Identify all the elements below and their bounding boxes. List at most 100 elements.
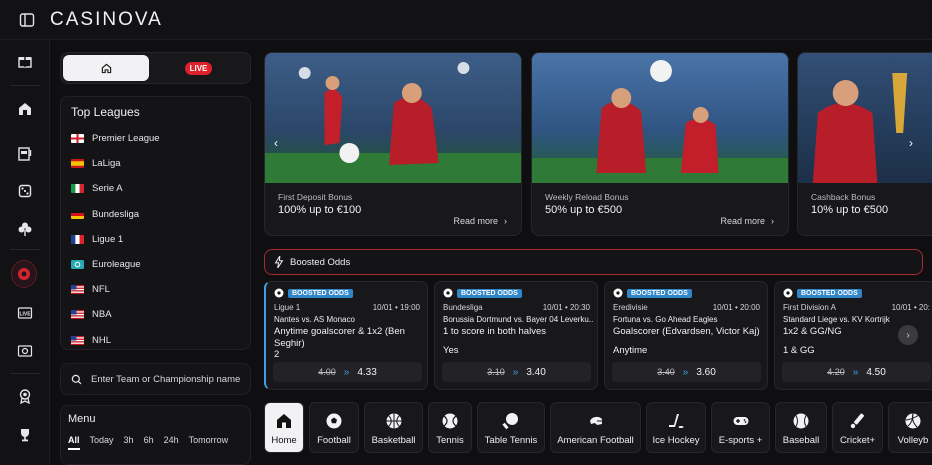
casino-icon[interactable] — [12, 96, 38, 122]
sport-tab-home[interactable]: Home — [264, 402, 304, 453]
league-item-nfl[interactable]: NFL — [71, 277, 240, 302]
trophy-icon[interactable] — [12, 422, 38, 448]
promo-card-cashback[interactable]: Cashback Bonus 10% up to €500 › — [797, 52, 932, 236]
match-time: 10/01 • 20:30 — [542, 303, 590, 312]
casino-live-icon[interactable] — [12, 338, 38, 364]
sport-tab-football[interactable]: Football — [309, 402, 359, 453]
selection-name: 1 & GG — [783, 345, 815, 356]
league-item-euroleague[interactable]: Euroleague — [71, 252, 240, 277]
league-label: LaLiga — [92, 158, 121, 170]
left-panel: LIVE Top Leagues Premier League LaLiga S… — [60, 52, 251, 465]
live-switch-button[interactable]: LIVE — [149, 55, 248, 81]
match-league: Bundesliga — [443, 303, 483, 312]
promo-card-weekly-reload[interactable]: Weekly Reload Bonus 50% up to €500 Read … — [531, 52, 789, 236]
rail-divider — [10, 85, 40, 86]
cricket-icon — [850, 413, 864, 429]
boosted-odds-card[interactable]: BOOSTED ODDS Bundesliga 10/01 • 20:30 Bo… — [434, 281, 598, 390]
search-icon — [71, 374, 82, 384]
usa-flag-icon — [71, 335, 84, 345]
odds-button[interactable]: 4.20 » 4.50 — [782, 362, 931, 382]
boosted-odds-card[interactable]: BOOSTED ODDS Ligue 1 10/01 • 19:00 Nante… — [264, 281, 428, 390]
boosted-odds-card[interactable]: BOOSTED ODDS Eredivisie 10/01 • 20:00 Fo… — [604, 281, 768, 390]
menu-box: Menu All Today 3h 6h 24h Tomorrow — [60, 405, 251, 465]
boosted-next-icon[interactable]: › — [898, 325, 918, 345]
search-input[interactable] — [91, 373, 241, 385]
sport-tab-label: American Football — [557, 435, 634, 446]
sport-tab-label: Cricket+ — [839, 435, 876, 446]
sport-tab-table-tennis[interactable]: Table Tennis — [477, 402, 545, 453]
gift-icon[interactable] — [12, 48, 38, 74]
sport-tab-label: Basketball — [371, 435, 416, 446]
rail-divider — [10, 249, 40, 250]
filter-tab-24h[interactable]: 24h — [164, 435, 179, 450]
league-item-nhl[interactable]: NHL — [71, 328, 240, 353]
filter-tab-3h[interactable]: 3h — [124, 435, 134, 450]
sport-tab-baseball[interactable]: Baseball — [775, 402, 827, 453]
top-leagues-box: Top Leagues Premier League LaLiga Serie … — [60, 96, 251, 350]
sport-tab-label: Table Tennis — [484, 435, 538, 446]
boosted-odds-header[interactable]: Boosted Odds — [264, 249, 923, 275]
search-box — [60, 363, 251, 395]
football-icon — [274, 288, 284, 298]
promo-subtitle: Weekly Reload Bonus — [545, 192, 629, 202]
menu-title: Menu — [68, 413, 96, 425]
chevron-right-icon: › — [504, 216, 507, 226]
read-more-link[interactable]: Read more › — [453, 216, 507, 226]
league-label: NFL — [92, 284, 110, 296]
euroleague-icon — [71, 260, 84, 270]
market-name: 1 to score in both halves — [443, 326, 546, 337]
sport-tab-ice-hockey[interactable]: Ice Hockey — [646, 402, 706, 453]
slot-icon[interactable] — [12, 141, 38, 167]
odds-button[interactable]: 3.40 » 3.60 — [612, 362, 761, 382]
carousel-next-icon[interactable]: › — [904, 136, 918, 150]
league-item-laliga[interactable]: LaLiga — [71, 151, 240, 176]
clover-icon[interactable] — [12, 216, 38, 242]
league-item-premier-league[interactable]: Premier League — [71, 126, 240, 151]
new-odds: 3.60 — [696, 366, 716, 378]
live-sports-icon[interactable] — [11, 260, 37, 288]
odds-button[interactable]: 4.00 » 4.33 — [273, 362, 422, 382]
sport-tab-basketball[interactable]: Basketball — [364, 402, 423, 453]
time-filter-tabs: All Today 3h 6h 24h Tomorrow — [68, 435, 243, 450]
market-name: Goalscorer (Edvardsen, Victor Kaj) — [613, 326, 760, 337]
top-leagues-title: Top Leagues — [71, 105, 140, 119]
sport-tab-volleyball[interactable]: Volleyb — [888, 402, 932, 453]
sport-tab-tennis[interactable]: Tennis — [428, 402, 472, 453]
rail-divider — [10, 373, 40, 374]
league-item-ligue-1[interactable]: Ligue 1 — [71, 227, 240, 252]
filter-tab-tomorrow[interactable]: Tomorrow — [189, 435, 229, 450]
dice-icon[interactable] — [12, 178, 38, 204]
logo[interactable]: CASINOVA — [50, 9, 163, 31]
new-odds: 4.50 — [866, 366, 886, 378]
filter-tab-all[interactable]: All — [68, 435, 80, 450]
sport-tab-cricket[interactable]: Cricket+ — [832, 402, 883, 453]
boosted-odds-title: Boosted Odds — [290, 256, 351, 268]
league-label: NHL — [92, 334, 112, 346]
match-time: 10/01 • 20:00 — [712, 303, 760, 312]
promo-card-first-deposit[interactable]: ‹ First Deposit Bonus 100% up to €100 Re… — [264, 52, 522, 236]
odds-button[interactable]: 3.10 » 3.40 — [442, 362, 591, 382]
carousel-prev-icon[interactable]: ‹ — [269, 136, 283, 150]
home-switch-button[interactable] — [63, 55, 149, 81]
sport-tab-label: Football — [317, 435, 351, 446]
filter-tab-today[interactable]: Today — [90, 435, 114, 450]
promo-subtitle: First Deposit Bonus — [278, 192, 353, 202]
league-label: Bundesliga — [92, 208, 140, 220]
read-more-link[interactable]: Read more › — [720, 216, 774, 226]
match-league: Ligue 1 — [274, 303, 301, 312]
left-rail: LIVE — [0, 40, 50, 465]
boosted-odds-row: BOOSTED ODDS Ligue 1 10/01 • 19:00 Nante… — [264, 281, 932, 391]
sport-tab-label: E-sports + — [718, 435, 763, 446]
sport-tab-label: Baseball — [782, 435, 820, 446]
league-label: Ligue 1 — [92, 233, 124, 245]
double-chevron-icon: » — [682, 366, 689, 378]
sport-tab-american-football[interactable]: American Football — [550, 402, 641, 453]
badge-icon[interactable] — [12, 383, 38, 409]
league-item-serie-a[interactable]: Serie A — [71, 176, 240, 201]
league-item-bundesliga[interactable]: Bundesliga — [71, 202, 240, 227]
sport-tab-esports[interactable]: E-sports + — [711, 402, 770, 453]
filter-tab-6h[interactable]: 6h — [144, 435, 154, 450]
sidebar-toggle-icon[interactable] — [16, 9, 38, 31]
league-item-nba[interactable]: NBA — [71, 302, 240, 327]
live-tv-icon[interactable]: LIVE — [12, 300, 38, 326]
